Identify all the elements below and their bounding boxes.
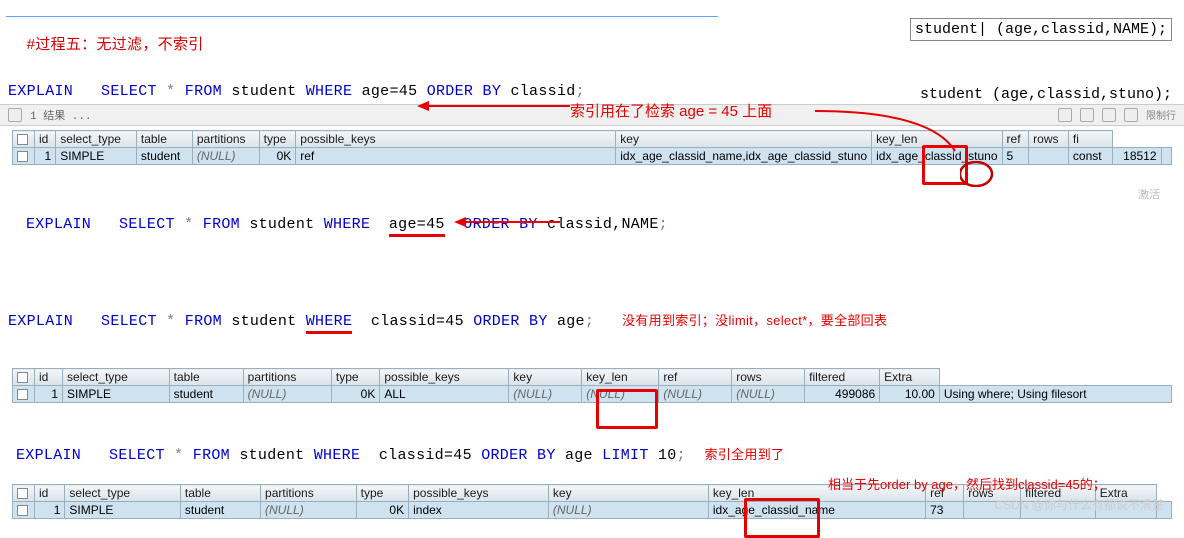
table-row[interactable]: 1 SIMPLE student (NULL) 0K ALL (NULL) (N… [13, 386, 1172, 403]
sql-line-2: EXPLAIN SELECT * FROM student WHERE age=… [0, 197, 1184, 235]
activate-label: 激活 [1138, 186, 1160, 202]
checkbox-icon[interactable] [17, 389, 28, 400]
proc-comment: #过程五：无过滤，不索引 [27, 36, 204, 53]
tool-icon[interactable] [1124, 108, 1138, 122]
checkbox-icon[interactable] [17, 505, 28, 516]
annotation-equiv: 相当于先order by age，然后找到classid=45的； [828, 474, 1106, 493]
csdn-watermark: CSDN @你与什么有都说不清楚 [994, 496, 1164, 513]
tool-icon[interactable] [1102, 108, 1116, 122]
checkbox-icon[interactable] [17, 151, 28, 162]
checkbox-icon[interactable] [17, 134, 28, 145]
annotation-no-index: 没有用到索引；没limit，select*，要全部回表 [622, 313, 887, 328]
tool-icon[interactable] [1080, 108, 1094, 122]
explain-result-1: idselect_typetable partitionstypepossibl… [12, 130, 1172, 165]
checkbox-icon[interactable] [17, 488, 28, 499]
index-label-2: student (age,classid,stuno); [920, 86, 1172, 103]
sql-line-3: EXPLAIN SELECT * FROM student WHERE clas… [0, 291, 1184, 332]
explain-result-2: idselect_typetable partitionstypepossibl… [12, 368, 1172, 403]
table-row[interactable]: 1 SIMPLE student (NULL) 0K ref idx_age_c… [13, 148, 1172, 165]
tool-icon[interactable] [1058, 108, 1072, 122]
sql-line-4: EXPLAIN SELECT * FROM student WHERE clas… [0, 425, 1184, 466]
tool-icon[interactable] [8, 108, 22, 122]
toolbar-text: 1 结果 ... [30, 107, 92, 123]
annotation-index-full: 索引全用到了 [705, 447, 785, 462]
checkbox-icon[interactable] [17, 372, 28, 383]
annotation-index-used: 索引用在了检索 age = 45 上面 [570, 100, 772, 121]
index-label-1: student| (age,classid,NAME); [910, 18, 1172, 41]
